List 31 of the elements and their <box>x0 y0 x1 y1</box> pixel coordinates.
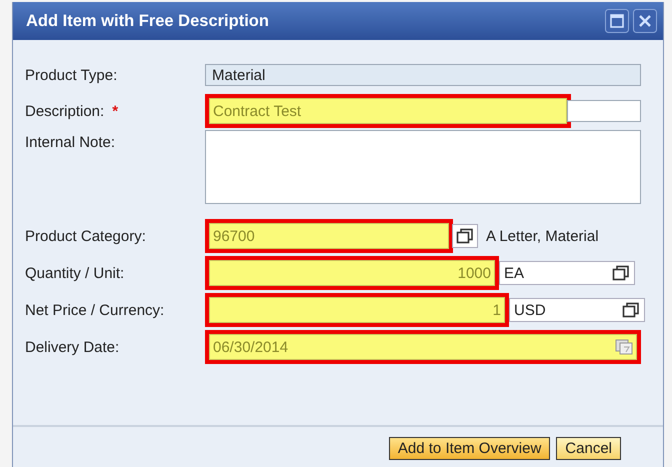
value-help-icon[interactable] <box>622 302 640 318</box>
input-field[interactable]: Contract Test <box>205 94 571 128</box>
calendar-icon[interactable] <box>615 339 633 355</box>
field-label: Description: <box>25 102 104 120</box>
cancel-button[interactable]: Cancel <box>556 437 621 460</box>
date-field[interactable]: 06/30/2014 <box>205 330 641 364</box>
window-title: Add Item with Free Description <box>26 12 269 30</box>
value-help-icon[interactable] <box>612 265 630 281</box>
field-label: Internal Note: <box>25 134 116 151</box>
close-icon[interactable] <box>633 9 657 33</box>
unit-field[interactable]: USD <box>509 298 645 322</box>
input-field-extension[interactable] <box>567 100 641 122</box>
field-label: Quantity / Unit: <box>25 264 124 282</box>
input-field[interactable]: 1000 <box>205 256 499 290</box>
add-button[interactable]: Add to Item Overview <box>388 437 550 460</box>
input-field[interactable]: 96700 <box>205 219 453 253</box>
field-label: Net Price / Currency: <box>25 302 164 318</box>
field-label: Delivery Date: <box>25 338 120 356</box>
field-label: Product Type: <box>25 66 118 84</box>
unit-field[interactable]: EA <box>499 261 635 285</box>
date-value: 06/30/2014 <box>213 338 288 356</box>
unit-value: EA <box>504 264 524 282</box>
unit-value: USD <box>514 302 546 318</box>
field-label: Product Category: <box>25 228 146 244</box>
input-field[interactable]: 1 <box>205 293 509 327</box>
input-field: Material <box>205 64 641 86</box>
maximize-icon[interactable] <box>605 9 629 33</box>
required-mark: * <box>112 102 118 120</box>
value-help-icon[interactable] <box>456 228 474 244</box>
category-description: A Letter, Material <box>486 228 599 244</box>
note-textarea[interactable] <box>205 130 641 204</box>
